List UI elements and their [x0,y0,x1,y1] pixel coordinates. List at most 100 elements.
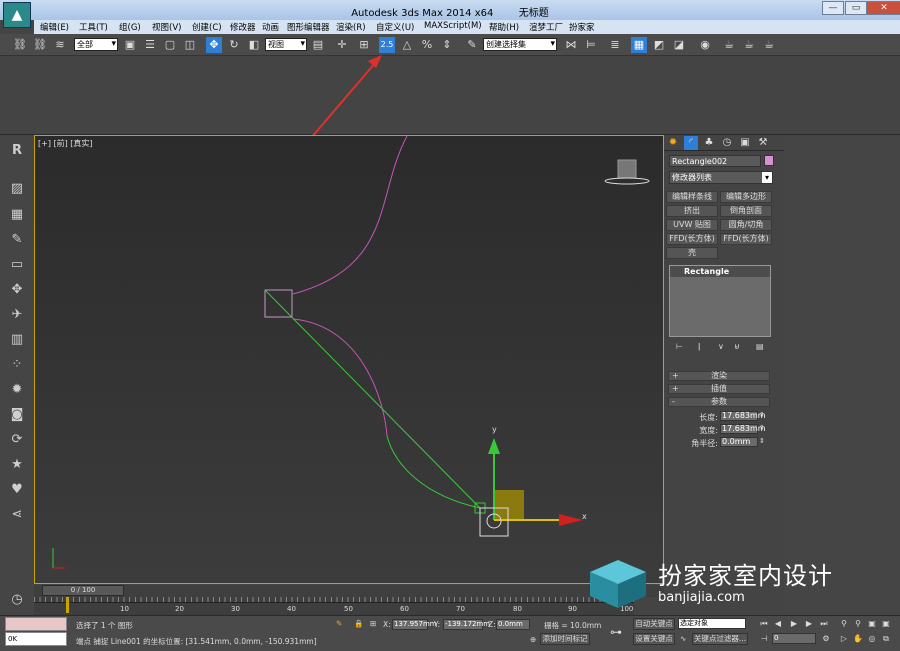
modifier-bevel-profile-button[interactable]: 倒角剖面 [720,205,772,217]
remove-modifier-icon[interactable]: ⊌ [734,342,740,351]
modifier-list-dropdown[interactable]: 修改器列表 [669,171,773,184]
menu-rendering[interactable]: 渲染(R) [336,21,366,33]
menu-animation[interactable]: 动画 [262,21,279,33]
maxscript-listener[interactable] [5,617,67,631]
unlink-icon[interactable]: ⛓ [32,37,48,53]
green-spline[interactable] [386,435,481,509]
schematic-view-icon[interactable]: ◪ [671,37,687,53]
time-slider[interactable]: 0 / 100 [34,585,664,597]
x-coord-field[interactable]: 137.957mm [392,619,437,630]
pan-icon[interactable]: ✋ [852,633,864,645]
viewcube[interactable] [617,159,637,179]
isolate-icon[interactable]: ✎ [336,619,342,628]
go-to-start-icon[interactable]: ⏮ [758,618,770,630]
spinner-icon[interactable]: ⇕ [759,424,765,432]
modifier-fillet-chamfer-button[interactable]: 圆角/切角 [720,219,772,231]
render-logo-icon[interactable]: R [9,143,25,159]
key-filter-icon[interactable]: ∿ [680,634,686,643]
layer-manager-icon[interactable]: ≣ [607,37,623,53]
absolute-mode-icon[interactable]: ⊞ [370,619,376,628]
width-input[interactable]: 17.683mm [720,424,766,434]
zoom-icon[interactable]: ⚲ [838,618,850,630]
key-selection-dropdown[interactable]: 选定对象 [678,618,746,629]
curve-editor-icon[interactable]: ◩ [651,37,667,53]
object-color-swatch[interactable] [764,155,774,166]
chevron-down-icon[interactable]: ▾ [762,172,772,183]
select-rotate-icon[interactable]: ↻ [226,37,242,53]
heart-icon[interactable]: ♥ [9,482,25,498]
field-of-view-icon[interactable]: ▷ [838,633,850,645]
track-bar[interactable]: 10 20 30 40 50 60 70 80 90 100 [34,597,634,615]
pink-spline-top[interactable] [292,136,408,295]
named-selection-dropdown[interactable]: 创建选择集 [483,38,557,51]
y-coord-field[interactable]: -139.172mm [443,619,490,630]
menu-customize[interactable]: 自定义(U) [376,21,414,33]
selection-filter-dropdown[interactable]: 全部 [74,38,118,51]
lock-selection-icon[interactable]: 🔒 [354,619,363,628]
plane-icon[interactable]: ✈ [9,307,25,323]
spinner-icon[interactable]: ⇕ [759,437,765,445]
set-key-button[interactable]: 设置关键点 [633,633,675,645]
create-tab-icon[interactable]: ✹ [666,136,680,150]
configure-sets-icon[interactable]: ▤ [756,342,764,351]
go-to-end-icon[interactable]: ⏭ [818,618,830,630]
menu-group[interactable]: 组(G) [119,21,141,33]
viewcube-ring[interactable] [604,177,650,185]
display-tab-icon[interactable]: ▣ [738,136,752,150]
pin-stack-icon[interactable]: ⊢ [676,342,683,351]
inbox-icon[interactable]: ▥ [9,332,25,348]
rollout-parameters[interactable]: - 参数 [668,397,770,407]
modifier-stack[interactable]: Rectangle [669,265,771,337]
add-time-tag-button[interactable]: 添加时间标记 [540,633,590,645]
mirror-icon[interactable]: ⋈ [563,37,579,53]
modifier-shell-button[interactable]: 壳 [666,247,718,259]
length-input[interactable]: 17.683mm [720,411,766,421]
window-crossing-icon[interactable]: ◫ [182,37,198,53]
menu-view[interactable]: 视图(V) [152,21,181,33]
time-config-icon[interactable]: ⚙ [820,633,832,645]
zoom-extents-all-icon[interactable]: ▣ [880,618,892,630]
star-icon[interactable]: ★ [9,457,25,473]
camera-icon[interactable]: ◙ [9,407,25,423]
menu-modifiers[interactable]: 修改器 [230,21,256,33]
corner-radius-input[interactable]: 0.0mm [720,437,758,447]
image-icon[interactable]: ▨ [9,181,25,197]
gizmo-x-arrow[interactable] [559,514,583,526]
spinner-snap-icon[interactable]: ⇕ [439,37,455,53]
zoom-extents-icon[interactable]: ▣ [866,618,878,630]
stack-item-rectangle[interactable]: Rectangle [670,266,770,277]
sun-icon[interactable]: ✹ [9,382,25,398]
keyboard-shortcut-icon[interactable]: ⊞ [356,37,372,53]
rollout-interpolation[interactable]: + 插值 [668,384,770,394]
link-icon[interactable]: ⛓ [12,37,28,53]
rendered-frame-icon[interactable]: ☕ [741,37,757,53]
key-mode-toggle-icon[interactable]: ⊣ [758,633,770,645]
minimize-button[interactable]: — [822,1,844,15]
pink-spline-bottom[interactable] [292,318,388,437]
front-viewport[interactable]: [+] [前] [真实] y x [34,135,664,584]
menu-graph-editors[interactable]: 图形编辑器 [287,21,330,33]
dots-icon[interactable]: ⁘ [9,357,25,373]
maximize-button[interactable]: ▭ [845,1,867,15]
edit-icon[interactable]: ✎ [9,232,25,248]
render-production-icon[interactable]: ☕ [761,37,777,53]
motion-tab-icon[interactable]: ◷ [720,136,734,150]
prev-frame-icon[interactable]: ◀ [772,618,784,630]
pivot-icon[interactable]: ▤ [310,37,326,53]
select-object-icon[interactable]: ▣ [122,37,138,53]
maximize-viewport-icon[interactable]: ⧉ [880,633,892,645]
key-mode-icon[interactable]: ⊶ [610,625,622,639]
menu-banjiajia[interactable]: 扮家家 [569,21,595,33]
auto-key-button[interactable]: 自动关键点 [633,618,675,630]
green-line[interactable] [264,289,481,509]
close-button[interactable]: ✕ [866,1,900,15]
history-icon[interactable]: ◷ [9,592,25,608]
menu-xuanmeng[interactable]: 渲梦工厂 [529,21,563,33]
snap-toggle-icon[interactable]: 2.5 [379,37,395,53]
menu-help[interactable]: 帮助(H) [489,21,519,33]
utilities-tab-icon[interactable]: ⚒ [756,136,770,150]
make-unique-icon[interactable]: ∨ [718,342,724,351]
edit-named-sets-icon[interactable]: ✎ [464,37,480,53]
maxscript-mini[interactable]: 0K [5,632,67,646]
play-icon[interactable]: ▶ [788,618,800,630]
